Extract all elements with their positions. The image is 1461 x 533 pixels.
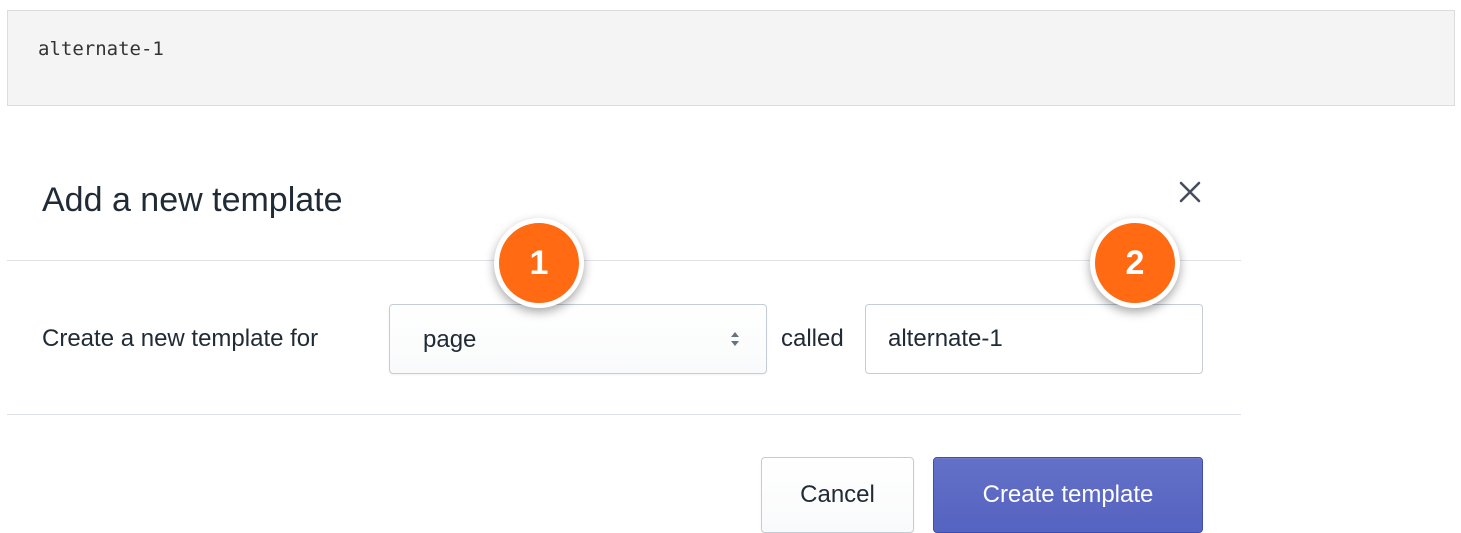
create-template-button[interactable]: Create template [933, 457, 1203, 533]
modal-title: Add a new template [42, 181, 343, 219]
close-icon [1179, 181, 1201, 203]
template-for-label: Create a new template for [42, 325, 319, 352]
code-block: alternate-1 [7, 10, 1455, 106]
cancel-button[interactable]: Cancel [761, 457, 914, 533]
template-type-value: page [423, 326, 477, 353]
select-arrows-icon [731, 332, 739, 346]
called-label: called [781, 325, 844, 352]
step-badge-1: 1 [494, 218, 584, 308]
modal-footer-divider [7, 414, 1241, 415]
step-badge-2: 2 [1090, 218, 1180, 308]
modal-header-divider [7, 260, 1241, 261]
template-type-select[interactable]: page [389, 304, 767, 374]
template-name-input[interactable] [865, 304, 1203, 374]
close-button[interactable] [1172, 174, 1208, 210]
code-text: alternate-1 [38, 38, 164, 60]
